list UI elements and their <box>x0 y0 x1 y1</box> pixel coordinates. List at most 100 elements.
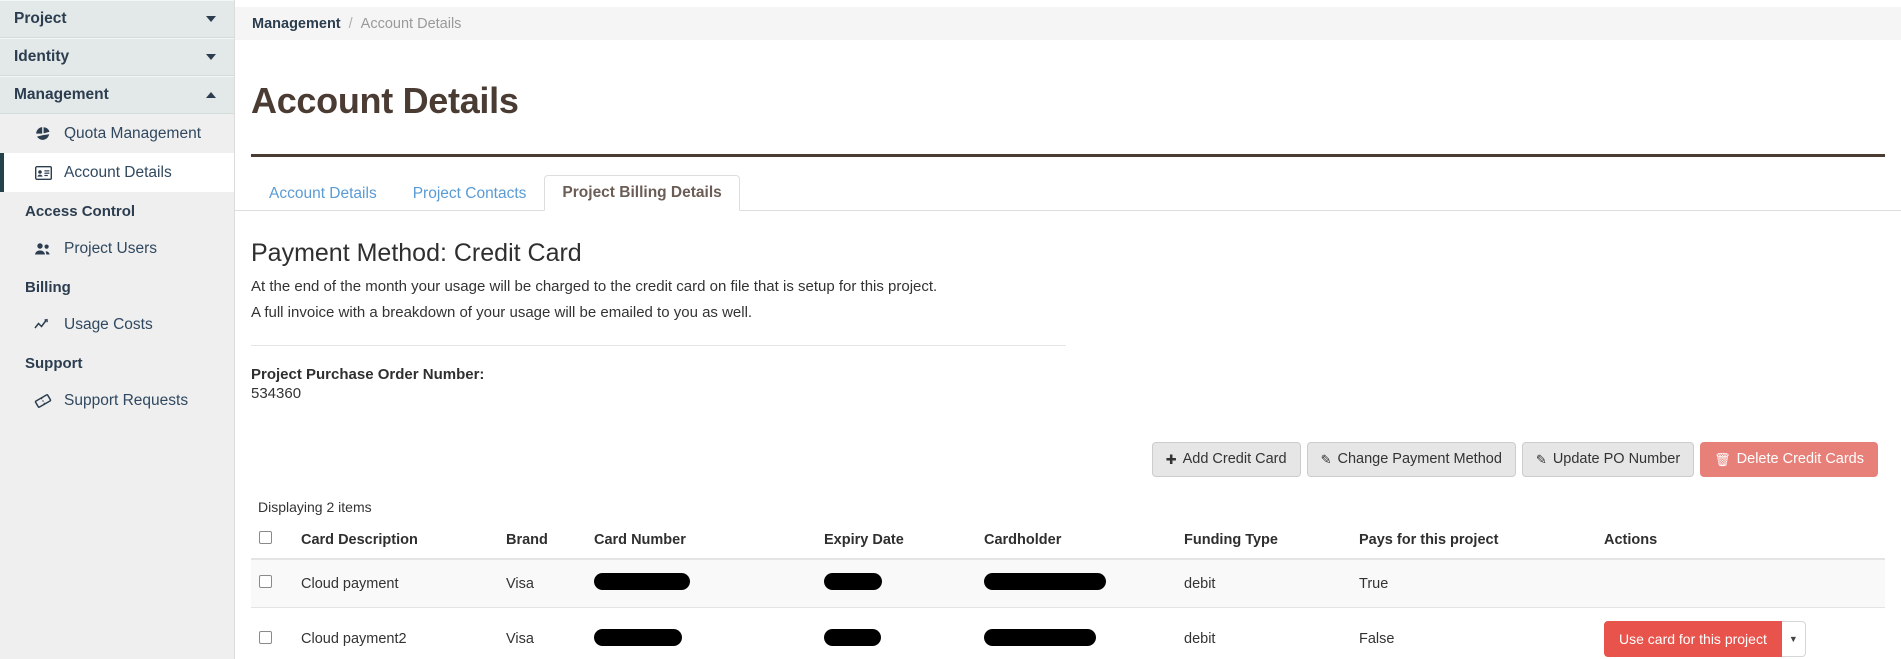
select-all-header <box>251 527 293 561</box>
cell-pays-for-this-project: False <box>1351 607 1596 659</box>
sidebar-item-project-users[interactable]: Project Users <box>0 229 234 268</box>
page-title: Account Details <box>251 80 519 122</box>
column-header-brand: Brand <box>498 527 586 561</box>
trash-icon: 🗑 <box>1714 452 1731 468</box>
breadcrumb-separator: / <box>348 15 353 32</box>
column-header-card-number: Card Number <box>586 527 816 561</box>
users-icon <box>32 242 54 256</box>
column-header-cardholder: Cardholder <box>976 527 1176 561</box>
line-chart-icon <box>32 318 54 332</box>
table-row[interactable]: Cloud payment Visa debit True <box>251 559 1885 609</box>
redacted-card-number <box>594 628 682 646</box>
redacted-expiry-date <box>824 573 882 591</box>
redacted-expiry-date <box>824 628 881 646</box>
sidebar-accordion-identity[interactable]: Identity <box>0 38 234 76</box>
table-caption-top: Displaying 2 items <box>258 499 372 516</box>
sidebar-heading-support: Support <box>0 344 234 381</box>
redacted-cardholder <box>984 573 1106 591</box>
change-payment-method-label: Change Payment Method <box>1337 451 1502 468</box>
sidebar-item-quota-management-label: Quota Management <box>64 124 202 142</box>
card-actions-toolbar: ✚ Add Credit Card ✎ Change Payment Metho… <box>251 442 1885 478</box>
table-row[interactable]: Cloud payment2 Visa debit False Use card… <box>251 607 1885 659</box>
sidebar-item-account-details[interactable]: Account Details <box>0 153 234 192</box>
delete-credit-cards-label: Delete Credit Cards <box>1736 451 1864 468</box>
row-checkbox[interactable] <box>259 630 272 644</box>
cell-cardholder <box>976 607 1176 659</box>
app-root: Project Identity Management Quota Manage… <box>0 0 1901 659</box>
cell-actions <box>1596 559 1885 609</box>
redacted-cardholder <box>984 628 1096 646</box>
sidebar-item-account-details-label: Account Details <box>64 163 172 181</box>
section-divider <box>251 345 1066 347</box>
title-divider <box>251 154 1885 158</box>
payment-method-title: Payment Method: Credit Card <box>251 239 582 268</box>
row-select-cell <box>251 607 293 659</box>
cell-pays-for-this-project: True <box>1351 559 1596 609</box>
tab-project-billing-details[interactable]: Project Billing Details <box>544 175 740 212</box>
cell-brand: Visa <box>498 559 586 609</box>
cell-funding-type: debit <box>1176 559 1351 609</box>
cell-card-number <box>586 607 816 659</box>
cell-expiry-date <box>816 607 976 659</box>
select-all-checkbox[interactable] <box>259 531 272 545</box>
tab-bar: Account Details Project Contacts Project… <box>235 175 1901 212</box>
column-header-card-description: Card Description <box>293 527 498 561</box>
chevron-down-icon <box>206 54 216 60</box>
cell-brand: Visa <box>498 607 586 659</box>
update-po-number-label: Update PO Number <box>1552 451 1681 468</box>
pencil-icon: ✎ <box>1535 452 1547 468</box>
chevron-up-icon <box>206 92 216 98</box>
sidebar-item-support-requests-label: Support Requests <box>64 391 189 409</box>
sidebar-item-quota-management[interactable]: Quota Management <box>0 114 234 153</box>
cell-cardholder <box>976 559 1176 609</box>
sidebar-item-support-requests[interactable]: Support Requests <box>0 381 234 420</box>
redacted-card-number <box>594 573 690 591</box>
sidebar-accordion-identity-label: Identity <box>14 48 70 65</box>
po-number-value: 534360 <box>251 385 302 403</box>
column-header-funding-type: Funding Type <box>1176 527 1351 561</box>
ticket-icon <box>32 393 54 409</box>
add-credit-card-label: Add Credit Card <box>1182 451 1287 468</box>
sidebar-accordion-management[interactable]: Management <box>0 76 234 114</box>
billing-panel: Payment Method: Credit Card At the end o… <box>235 239 1901 659</box>
column-header-actions: Actions <box>1596 527 1885 561</box>
table-header-row: Card Description Brand Card Number Expir… <box>251 527 1885 561</box>
update-po-number-button[interactable]: ✎ Update PO Number <box>1521 442 1695 478</box>
payment-paragraph-2: A full invoice with a breakdown of your … <box>251 304 753 322</box>
breadcrumb-parent[interactable]: Management <box>252 16 341 32</box>
sidebar-accordion-project[interactable]: Project <box>0 0 234 38</box>
use-card-button-group: Use card for this project ▼ <box>1604 621 1806 658</box>
sidebar-item-project-users-label: Project Users <box>64 239 158 257</box>
cell-card-description: Cloud payment <box>293 559 498 609</box>
row-checkbox[interactable] <box>259 575 272 589</box>
sidebar-item-usage-costs[interactable]: Usage Costs <box>0 305 234 344</box>
column-header-pays-for-this-project: Pays for this project <box>1351 527 1596 561</box>
sidebar-accordion-project-label: Project <box>14 10 67 27</box>
payment-paragraph-1: At the end of the month your usage will … <box>251 278 938 296</box>
main-content: Management / Account Details Account Det… <box>235 0 1901 659</box>
chevron-down-icon <box>206 16 216 22</box>
caret-down-icon[interactable]: ▼ <box>1781 621 1806 658</box>
id-card-icon <box>32 165 54 180</box>
delete-credit-cards-button[interactable]: 🗑 Delete Credit Cards <box>1700 442 1878 478</box>
sidebar: Project Identity Management Quota Manage… <box>0 0 235 659</box>
cell-card-description: Cloud payment2 <box>293 607 498 659</box>
cell-funding-type: debit <box>1176 607 1351 659</box>
cell-expiry-date <box>816 559 976 609</box>
use-card-for-this-project-button[interactable]: Use card for this project <box>1604 621 1782 658</box>
sidebar-item-usage-costs-label: Usage Costs <box>64 315 153 333</box>
breadcrumb: Management / Account Details <box>235 7 1901 40</box>
cell-card-number <box>586 559 816 609</box>
add-credit-card-button[interactable]: ✚ Add Credit Card <box>1151 442 1301 478</box>
row-select-cell <box>251 559 293 609</box>
po-number-label: Project Purchase Order Number: <box>251 366 485 384</box>
tab-account-details[interactable]: Account Details <box>251 176 395 211</box>
column-header-expiry-date: Expiry Date <box>816 527 976 561</box>
sidebar-heading-billing: Billing <box>0 268 234 305</box>
plus-icon: ✚ <box>1165 452 1177 468</box>
credit-cards-table: Card Description Brand Card Number Expir… <box>251 527 1885 659</box>
cell-actions: Use card for this project ▼ <box>1596 607 1885 659</box>
tab-project-contacts[interactable]: Project Contacts <box>395 176 545 211</box>
change-payment-method-button[interactable]: ✎ Change Payment Method <box>1306 442 1516 478</box>
pencil-icon: ✎ <box>1320 452 1332 468</box>
